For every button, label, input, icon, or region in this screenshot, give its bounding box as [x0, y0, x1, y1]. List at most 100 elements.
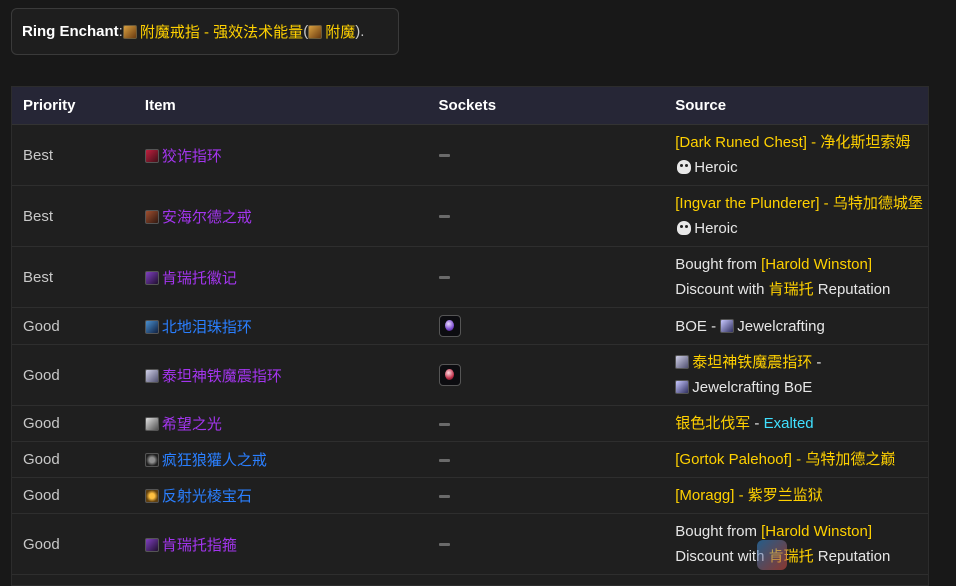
sockets-cell — [429, 536, 666, 553]
source-cell: [Dark Runed Chest] - 净化斯坦索姆 Heroic — [665, 130, 928, 180]
zone-link[interactable]: 净化斯坦索姆 — [820, 134, 910, 151]
item-link[interactable]: 泰坦神铁魔震指环 — [162, 368, 282, 385]
sockets-cell — [429, 315, 666, 337]
ring-icon — [144, 417, 159, 431]
item-cell: 安海尔德之戒 — [135, 206, 429, 227]
sockets-cell — [429, 269, 666, 286]
no-socket-dash — [438, 215, 450, 219]
item-cell: 希望之光 — [135, 413, 429, 434]
item-link[interactable]: 北地泪珠指环 — [162, 319, 252, 336]
no-socket-dash — [438, 458, 450, 462]
table-row: Good 北地泪珠指环 BOE - Jewelcrafting — [12, 308, 928, 345]
source-cell: Bought from [Harold Winston] Discount wit… — [665, 252, 928, 302]
item-link[interactable]: 狡诈指环 — [162, 148, 222, 165]
item-cell: 反射光棱宝石 — [135, 485, 429, 506]
scroll-icon — [122, 24, 137, 39]
ring-icon — [144, 209, 159, 224]
item-link[interactable]: 希望之光 — [162, 416, 222, 433]
no-socket-dash — [438, 422, 450, 426]
faction-link[interactable]: 肯瑞托 — [769, 281, 814, 298]
purple-socket-icon[interactable] — [438, 315, 461, 337]
source-cell: [Ingvar the Plunderer] - 乌特加德城堡 Heroic — [665, 191, 928, 241]
sockets-cell — [429, 451, 666, 468]
source-link[interactable]: [Dark Runed Chest] — [675, 134, 807, 151]
source-sep: - — [812, 354, 822, 371]
source-link[interactable]: [Moragg] — [675, 487, 734, 504]
priority-cell: Best — [23, 268, 54, 286]
source-cell: BOE - Jewelcrafting — [665, 314, 928, 339]
item-cell: 肯瑞托徽记 — [135, 267, 429, 288]
table-row: Good 泰坦神铁魔震指环 泰坦神铁魔震指环 - Jewelcrafting B… — [12, 345, 928, 406]
no-socket-dash — [438, 276, 450, 280]
source-link[interactable]: [Ingvar the Plunderer] — [675, 195, 819, 212]
ring-icon — [144, 489, 159, 503]
jewelcrafting-icon — [720, 318, 735, 333]
source-sep: - — [819, 195, 833, 212]
ring-enchant-label: Ring Enchant — [22, 23, 119, 40]
source-cell: [Gortok Palehoof] - 乌特加德之巅 — [665, 447, 928, 472]
gear-table: Priority Item Sockets Source Best 狡诈指环 [… — [11, 86, 929, 586]
item-link[interactable]: 疯狂狼獾人之戒 — [162, 452, 267, 469]
discount-text: Discount with — [675, 548, 769, 565]
ring-enchant-box: Ring Enchant: 附魔戒指 - 强效法术能量 (附魔). — [11, 8, 399, 55]
no-socket-dash — [438, 543, 450, 547]
zone-link[interactable]: 乌特加德之巅 — [805, 451, 895, 468]
jewelcrafting-icon — [675, 380, 690, 394]
table-header: Priority Item Sockets Source — [12, 87, 928, 125]
enchant-profession-link[interactable]: 附魔 — [325, 21, 355, 42]
recipe-link[interactable]: 泰坦神铁魔震指环 — [692, 354, 812, 371]
source-sep: - — [791, 451, 806, 468]
table-row: Good 反射光棱宝石 [Moragg] - 紫罗兰监狱 — [12, 478, 928, 514]
table-row: Best 狡诈指环 [Dark Runed Chest] - 净化斯坦索姆 Her… — [12, 125, 928, 186]
red-socket-icon[interactable] — [438, 364, 461, 386]
sockets-cell — [429, 415, 666, 432]
enchant-paren-close: ). — [355, 23, 365, 40]
source-sep: - — [806, 134, 821, 151]
zone-link[interactable]: 乌特加德城堡 — [833, 195, 923, 212]
header-sockets: Sockets — [438, 97, 497, 114]
ring-icon — [144, 319, 159, 334]
standing-text: Exalted — [763, 415, 814, 432]
item-link[interactable]: 反射光棱宝石 — [162, 488, 252, 505]
ring-icon — [144, 368, 159, 383]
vendor-link[interactable]: [Harold Winston] — [761, 256, 872, 273]
item-link[interactable]: 肯瑞托徽记 — [162, 270, 237, 287]
sockets-cell — [429, 147, 666, 164]
faction-link[interactable]: 银色北伐军 — [675, 415, 750, 432]
priority-cell: Good — [23, 487, 60, 504]
item-link[interactable]: 安海尔德之戒 — [162, 209, 252, 226]
source-cell: 银色北伐军 - Exalted — [665, 411, 928, 436]
no-socket-dash — [438, 494, 450, 498]
difficulty-text: Heroic — [694, 220, 738, 237]
sockets-cell — [429, 364, 666, 386]
header-priority: Priority — [23, 97, 76, 114]
source-text: Bought from — [675, 256, 762, 273]
table-row: Good 疯狂狼獾人之戒 [Gortok Palehoof] - 乌特加德之巅 — [12, 442, 928, 478]
source-cell: [Moragg] - 紫罗兰监狱 — [665, 483, 928, 508]
source-sep: - — [750, 415, 764, 432]
enchant-name-link[interactable]: 附魔戒指 - 强效法术能量 — [140, 21, 303, 42]
header-item: Item — [144, 97, 176, 114]
ring-icon — [144, 537, 159, 552]
source-link[interactable]: [Gortok Palehoof] — [675, 451, 792, 468]
item-link[interactable]: 肯瑞托指箍 — [162, 537, 237, 554]
ring-icon — [144, 453, 159, 467]
priority-cell: Good — [23, 415, 60, 432]
no-socket-dash — [438, 154, 450, 158]
profession-link[interactable]: Jewelcrafting BoE — [692, 379, 812, 396]
discount-text: Discount with — [675, 281, 769, 298]
priority-cell: Good — [23, 317, 60, 335]
priority-cell: Good — [23, 366, 60, 384]
source-sep: - — [734, 487, 748, 504]
watermark-logo — [757, 534, 956, 576]
priority-cell: Good — [23, 535, 60, 553]
skull-icon — [677, 160, 692, 174]
profession-link[interactable]: Jewelcrafting — [737, 318, 825, 335]
reputation-text: Reputation — [813, 281, 891, 298]
table-row: Good 希望之光 银色北伐军 - Exalted — [12, 406, 928, 442]
ring-icon — [144, 148, 159, 163]
skull-icon — [677, 221, 692, 235]
zone-link[interactable]: 紫罗兰监狱 — [748, 487, 823, 504]
ring-icon — [675, 355, 690, 369]
table-row: Best 安海尔德之戒 [Ingvar the Plunderer] - 乌特加… — [12, 186, 928, 247]
